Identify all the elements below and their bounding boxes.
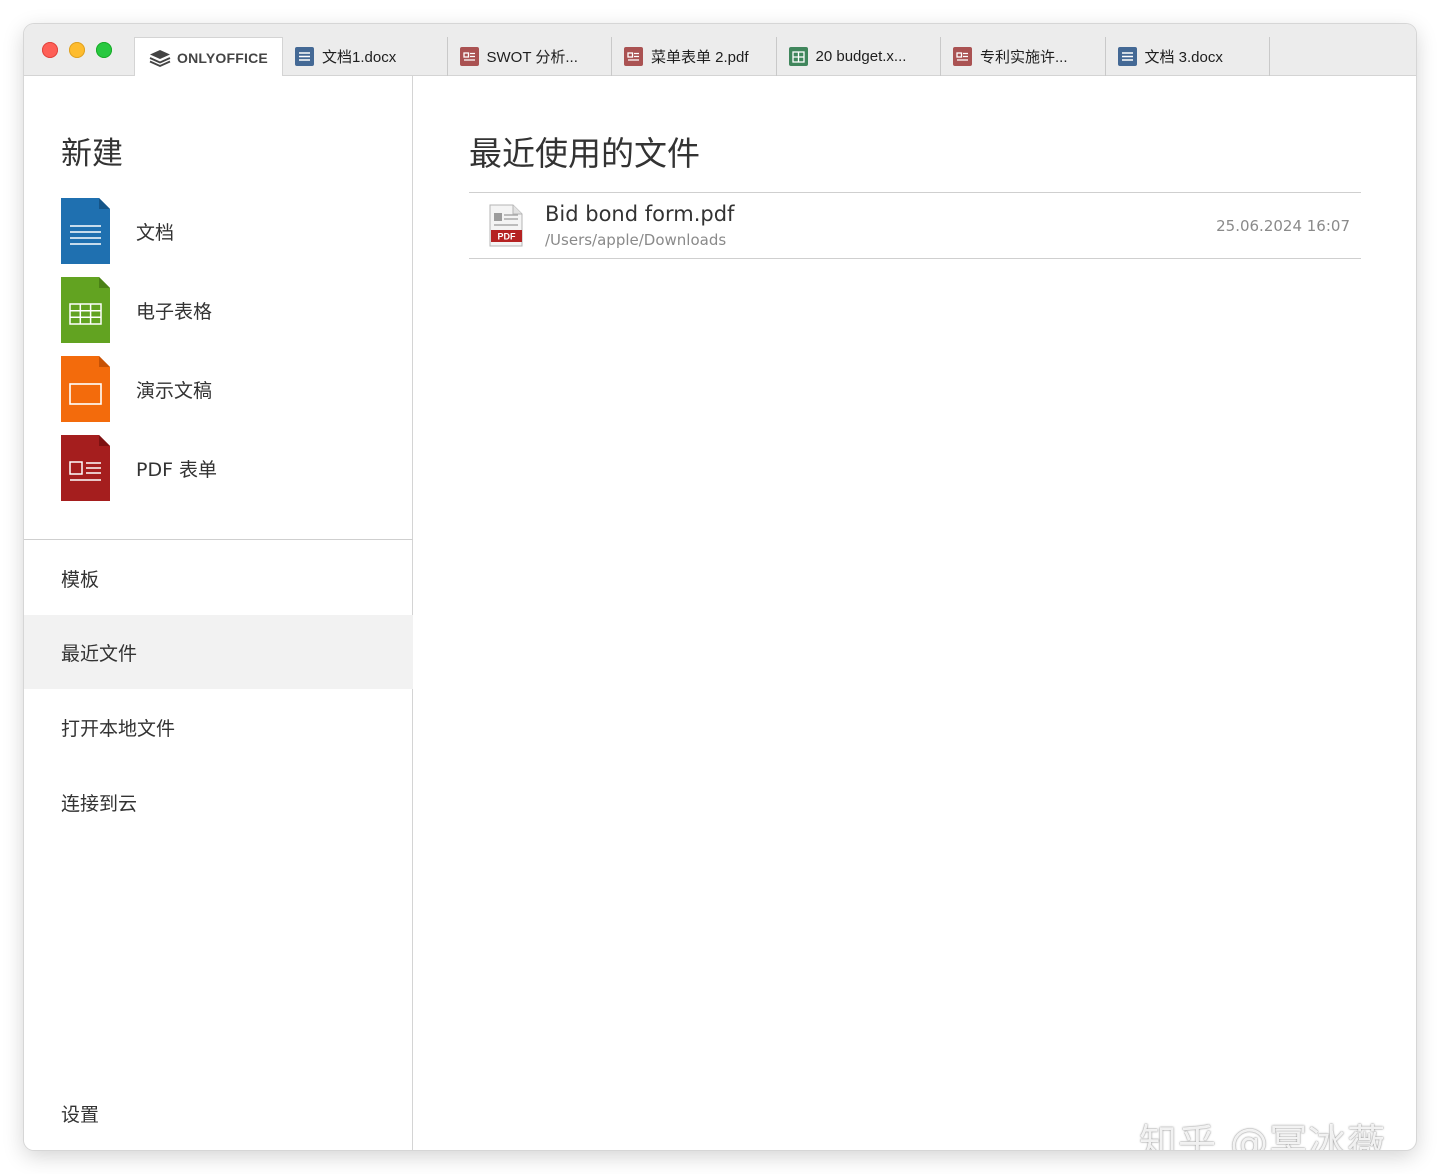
spreadsheet-tab-icon (788, 47, 808, 66)
recent-file-date: 25.06.2024 16:07 (1216, 217, 1350, 235)
new-section-title: 新建 (61, 136, 123, 172)
page-title: 最近使用的文件 (469, 134, 700, 173)
pdf-form-icon (61, 435, 110, 501)
window-close-button[interactable] (42, 42, 58, 58)
new-item-label: 电子表格 (136, 300, 213, 323)
document-icon (61, 198, 110, 264)
tab-label: 专利实施许... (980, 49, 1068, 66)
recent-files-list: PDF Bid bond form.pdf /Users/apple/Downl… (469, 192, 1361, 259)
recent-file-path: /Users/apple/Downloads (545, 231, 727, 249)
tab-home[interactable]: ONLYOFFICE (134, 37, 283, 77)
document-tab-icon (295, 47, 314, 66)
document-tabs: 文档1.docx SWOT 分析... 菜单表单 2.pdf 20 budget… (283, 37, 1270, 76)
tab-pdf[interactable]: SWOT 分析... (448, 37, 612, 76)
spreadsheet-icon (61, 277, 110, 343)
window-maximize-button[interactable] (96, 42, 112, 58)
sidebar-item-recent-files[interactable]: 最近文件 (24, 615, 413, 689)
list-item[interactable]: PDF Bid bond form.pdf /Users/apple/Downl… (469, 193, 1361, 258)
app-logo-text: ONLYOFFICE (177, 49, 268, 66)
layers-icon (149, 49, 171, 67)
new-spreadsheet-button[interactable]: 电子表格 (61, 277, 381, 343)
main-panel: 最近使用的文件 PDF Bid bond form.pdf /Users/app… (414, 76, 1416, 1150)
tab-pdf[interactable]: 专利实施许... (941, 37, 1106, 76)
sidebar-item-templates[interactable]: 模板 (24, 541, 413, 615)
tab-label: SWOT 分析... (486, 49, 578, 66)
document-tab-icon (1117, 47, 1137, 66)
tab-pdf[interactable]: 菜单表单 2.pdf (612, 37, 777, 76)
app-window: ONLYOFFICE 文档1.docx SWOT 分析... 菜单表单 2.pd… (24, 24, 1416, 1150)
tab-document[interactable]: 文档 3.docx (1106, 37, 1270, 76)
sidebar-item-settings[interactable]: 设置 (24, 1076, 413, 1150)
window-minimize-button[interactable] (69, 42, 85, 58)
tab-bar: ONLYOFFICE 文档1.docx SWOT 分析... 菜单表单 2.pd… (24, 24, 1416, 77)
new-document-button[interactable]: 文档 (61, 198, 381, 264)
pdf-tab-icon (624, 47, 643, 66)
tab-label: 文档 3.docx (1144, 49, 1223, 66)
pdf-badge: PDF (498, 232, 517, 242)
sidebar: 新建 文档 电子表格 演示文稿 PDF 表单 模板 最近文件 打开本地文件 连接… (24, 76, 413, 1150)
presentation-icon (61, 356, 110, 422)
tab-label: 菜单表单 2.pdf (651, 49, 749, 66)
recent-file-name: Bid bond form.pdf (545, 202, 735, 226)
tab-label: 文档1.docx (322, 49, 397, 66)
sidebar-item-connect-cloud[interactable]: 连接到云 (24, 765, 413, 839)
tab-label: 20 budget.x... (815, 48, 907, 65)
new-presentation-button[interactable]: 演示文稿 (61, 356, 381, 422)
new-item-label: 演示文稿 (136, 379, 213, 402)
tab-document[interactable]: 文档1.docx (283, 37, 448, 76)
sidebar-item-open-local-file[interactable]: 打开本地文件 (24, 690, 413, 764)
new-pdf-form-button[interactable]: PDF 表单 (61, 435, 381, 501)
pdf-tab-icon (459, 47, 479, 66)
pdf-tab-icon (953, 47, 972, 66)
tab-spreadsheet[interactable]: 20 budget.x... (777, 37, 941, 76)
pdf-file-icon: PDF (489, 204, 523, 247)
sidebar-divider (24, 539, 413, 540)
new-item-label: PDF 表单 (136, 458, 218, 481)
new-item-label: 文档 (136, 221, 175, 244)
watermark: 知乎 @冥冰薇 (1139, 1121, 1387, 1150)
